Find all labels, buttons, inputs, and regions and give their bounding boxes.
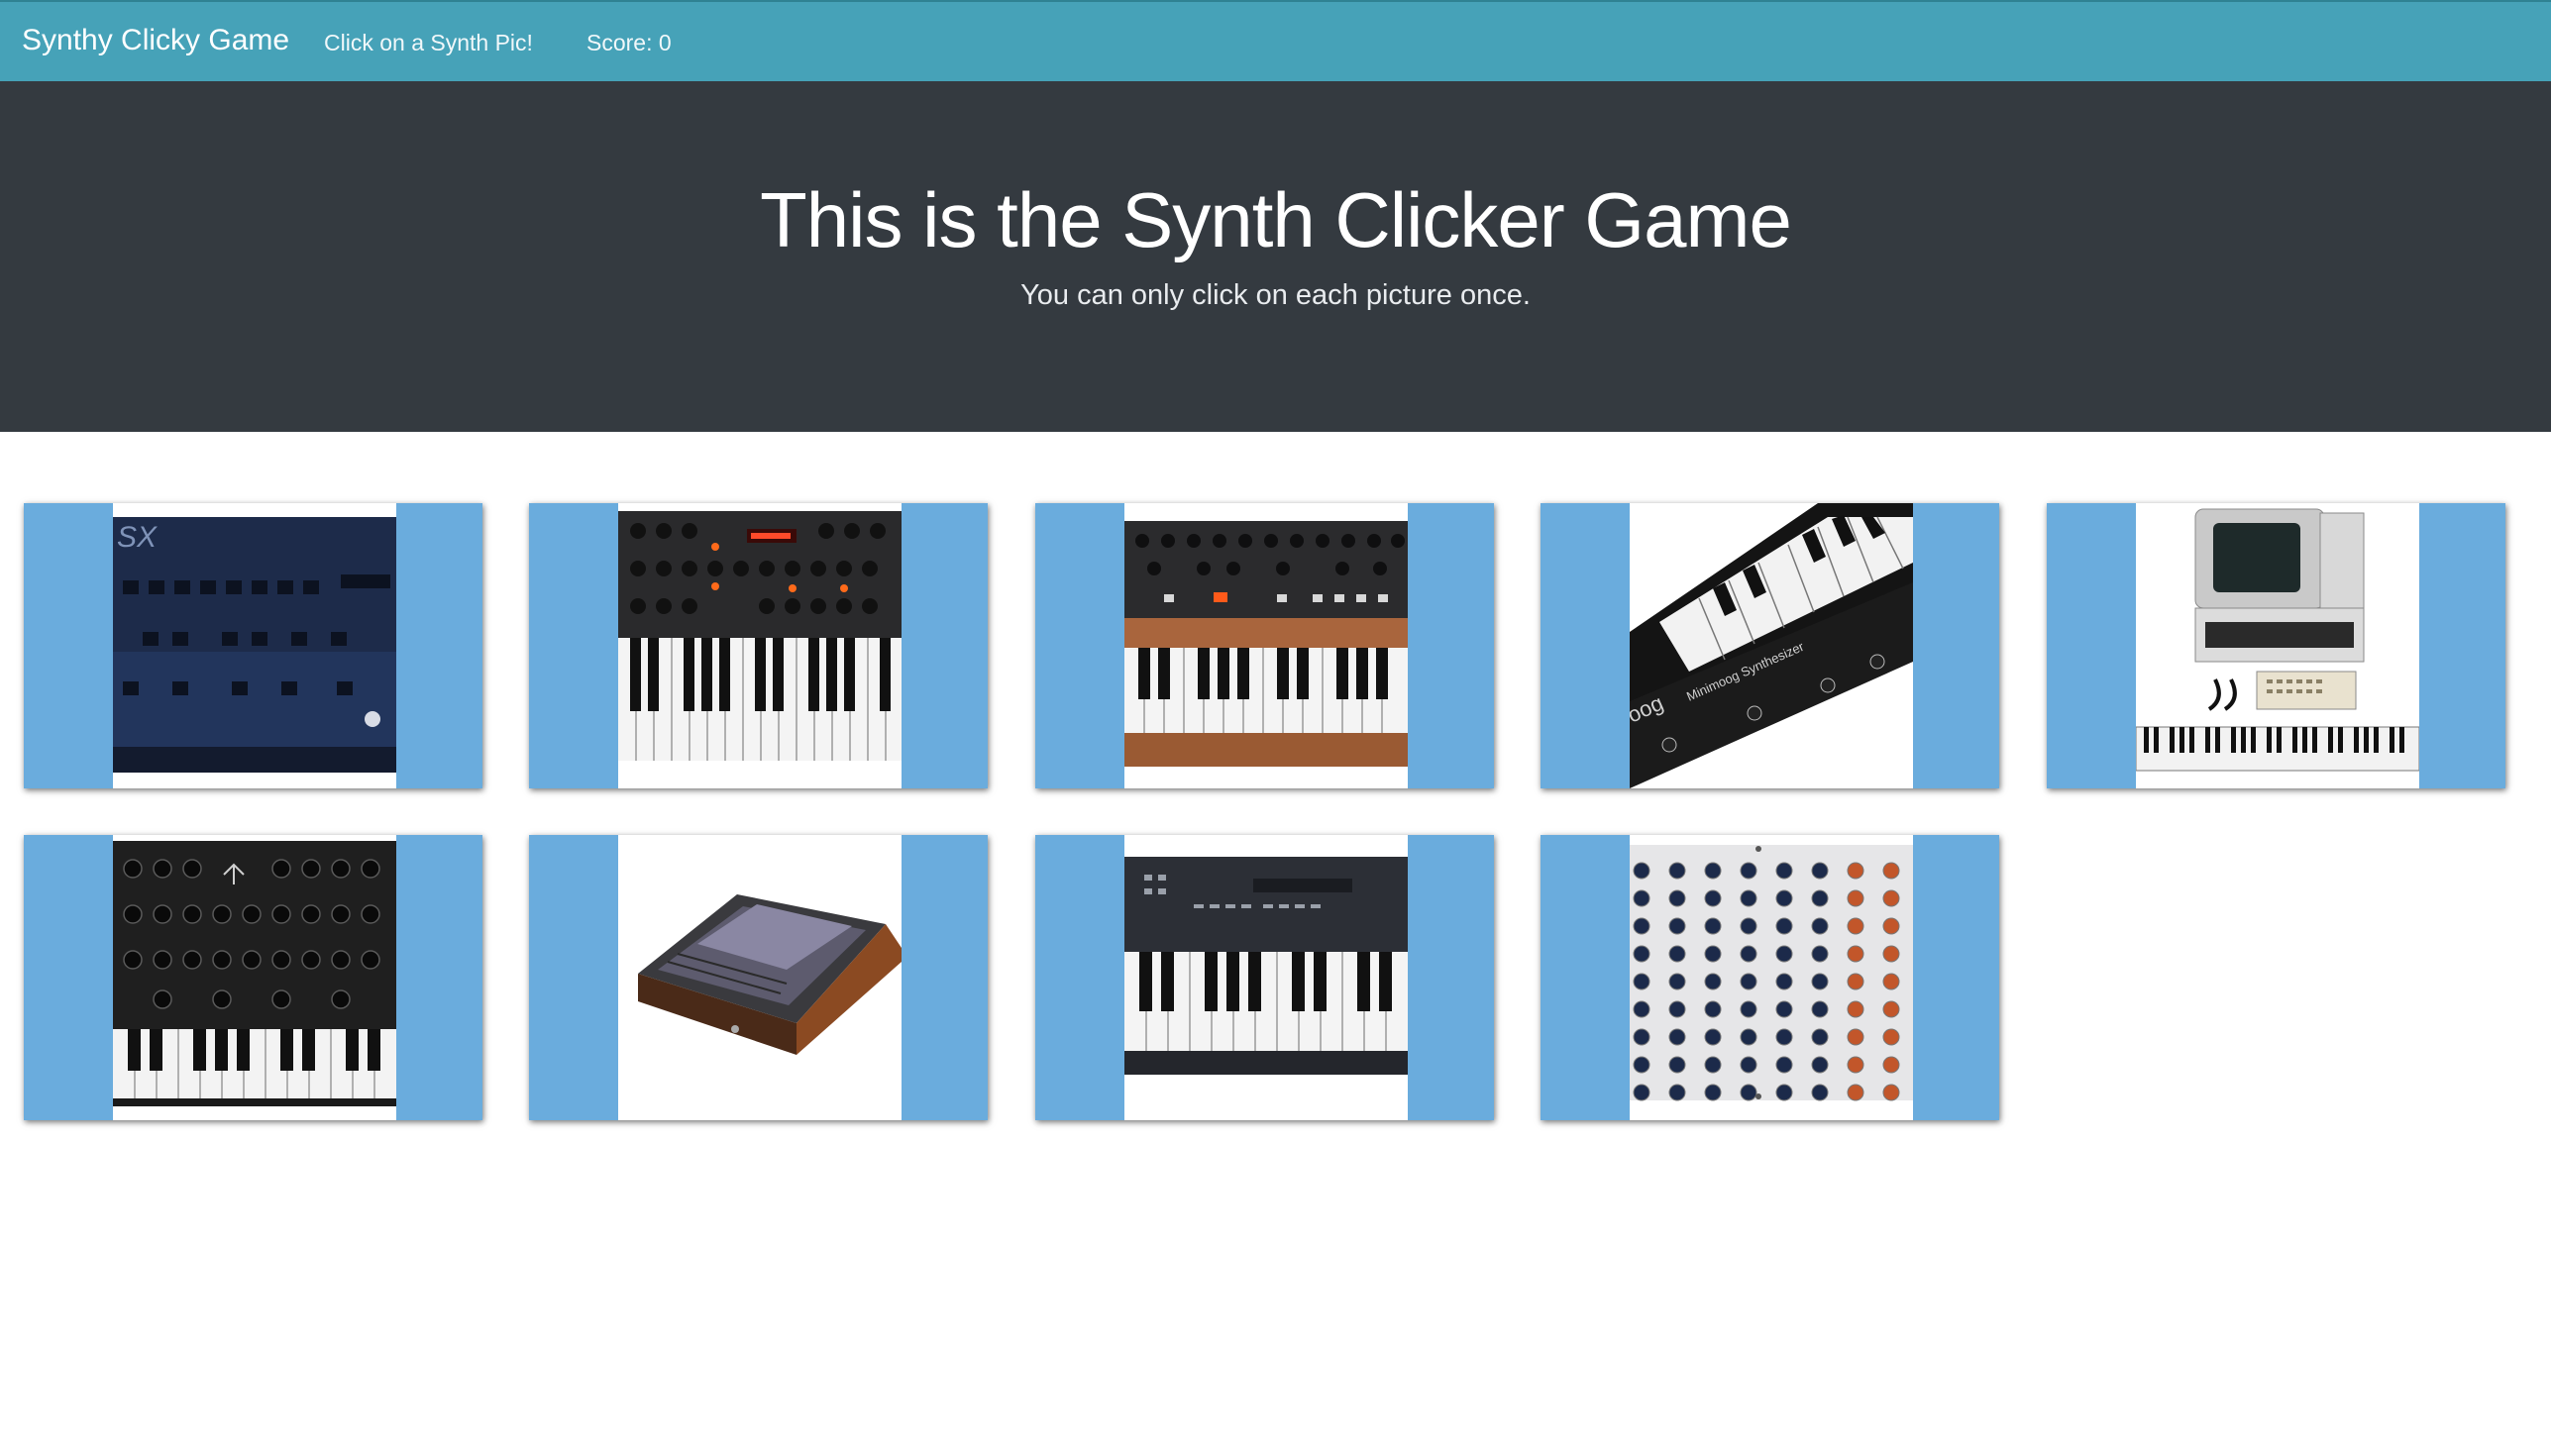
blue-synth-picture: SX	[113, 503, 396, 788]
synth-image-7	[618, 835, 902, 1120]
synth-card-6[interactable]	[24, 835, 482, 1120]
page-title: This is the Synth Clicker Game	[760, 176, 1792, 263]
synth-image-2	[618, 503, 902, 788]
score-display: Score: 0	[586, 30, 672, 55]
digital-keyboard-picture	[1124, 835, 1408, 1120]
knob-synth-picture	[113, 835, 396, 1120]
synth-card-2[interactable]	[529, 503, 988, 788]
black-synth-picture	[618, 503, 902, 788]
synth-card-9[interactable]	[1541, 835, 1999, 1120]
vintage-computer-picture	[2136, 503, 2419, 788]
synth-card-4[interactable]: Minimoog Synthesizer oog	[1541, 503, 1999, 788]
jumbotron: This is the Synth Clicker Game You can o…	[0, 81, 2551, 432]
synth-image-4: Minimoog Synthesizer oog	[1630, 503, 1913, 788]
modular-panel-picture	[1630, 835, 1913, 1120]
navbar: Synthy Clicky Game Click on a Synth Pic!…	[0, 0, 2551, 81]
synth-image-6	[113, 835, 396, 1120]
synth-image-1: SX	[113, 503, 396, 788]
synth-card-7[interactable]	[529, 835, 988, 1120]
synth-card-3[interactable]	[1035, 503, 1494, 788]
minimoog-picture: Minimoog Synthesizer oog	[1630, 503, 1913, 788]
wooden-sequencer-picture	[618, 835, 902, 1120]
synth-image-3	[1124, 503, 1408, 788]
synth-image-9	[1630, 835, 1913, 1120]
wooden-synth-picture	[1124, 503, 1408, 788]
synth-card-1[interactable]: SX	[24, 503, 482, 788]
page-subtitle: You can only click on each picture once.	[1020, 279, 1531, 311]
svg-text:SX: SX	[117, 521, 158, 554]
synth-card-8[interactable]	[1035, 835, 1494, 1120]
instruction-text: Click on a Synth Pic!	[324, 30, 533, 55]
brand-link[interactable]: Synthy Clicky Game	[22, 24, 289, 57]
synth-image-5	[2136, 503, 2419, 788]
synth-card-5[interactable]	[2047, 503, 2505, 788]
synth-image-8	[1124, 835, 1408, 1120]
